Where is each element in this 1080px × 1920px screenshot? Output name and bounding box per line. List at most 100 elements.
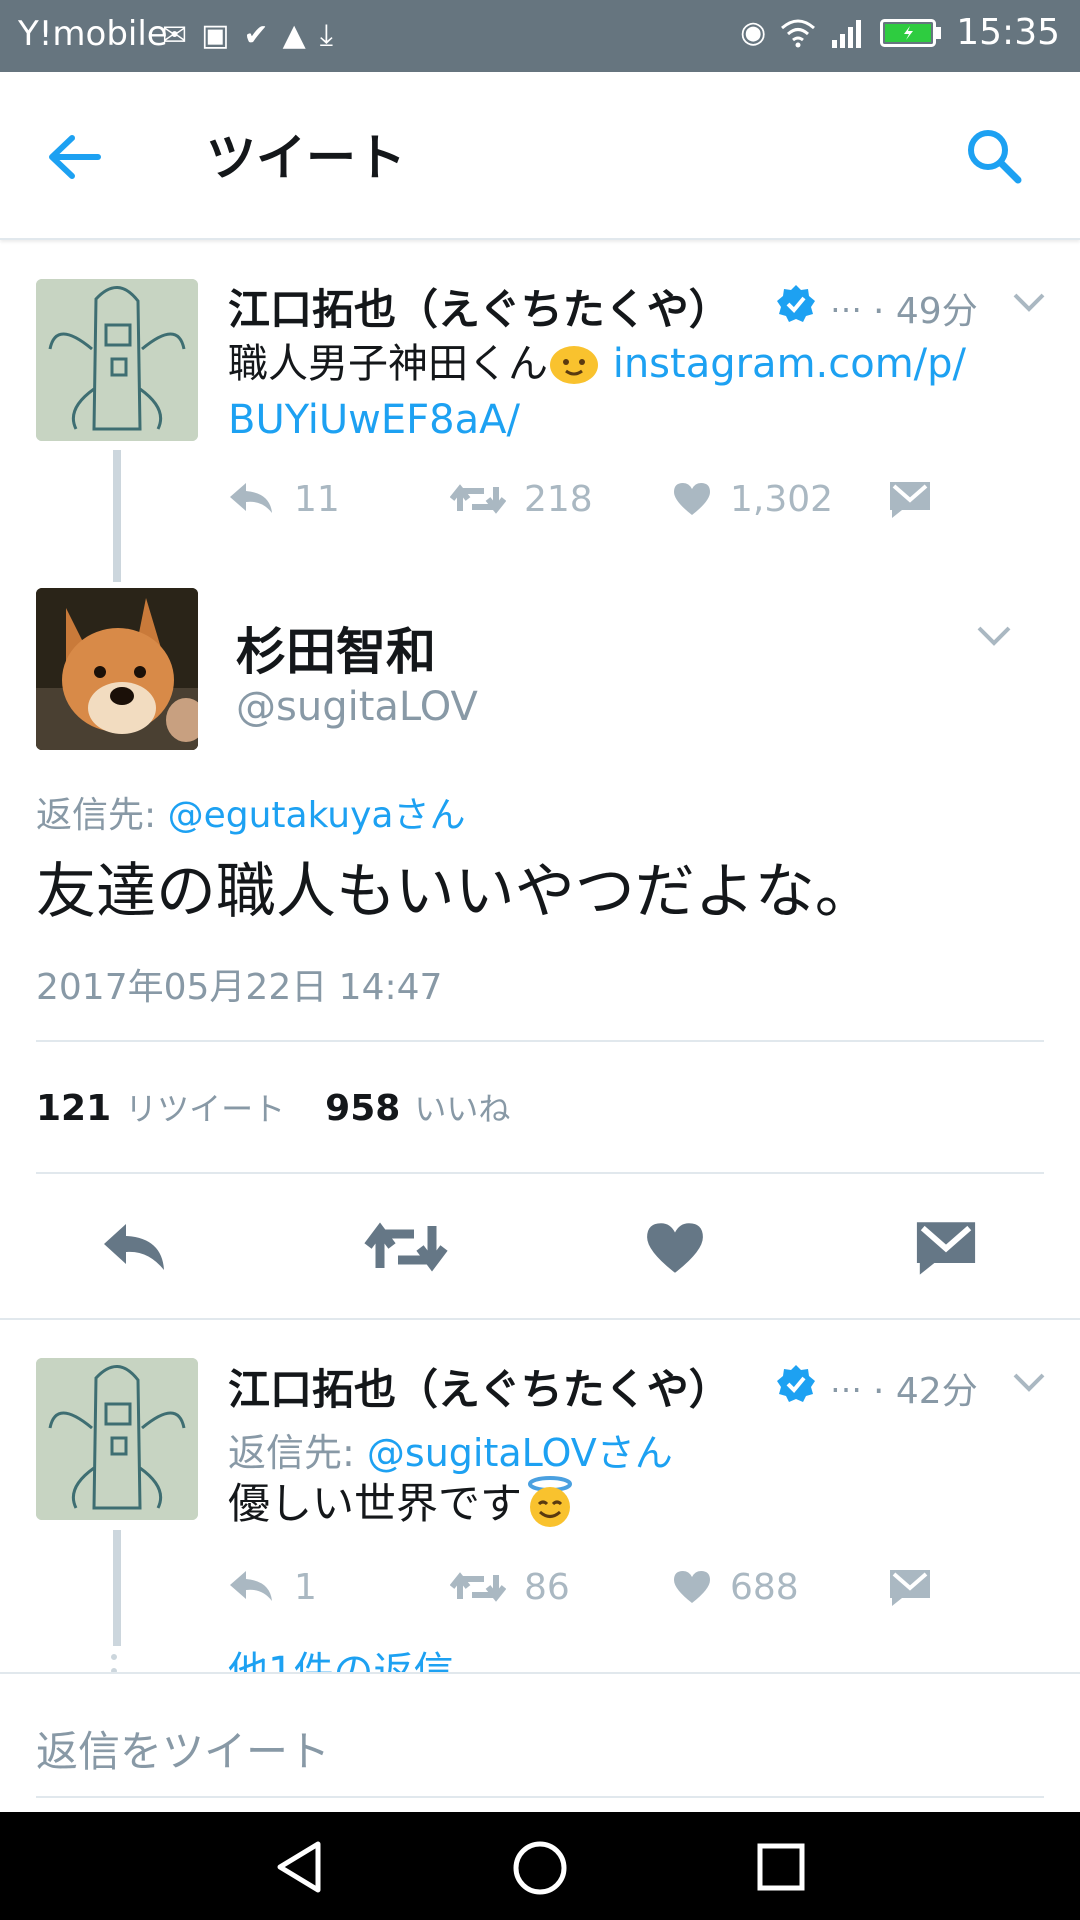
reply-to-line: 返信先: @egutakuyaさん bbox=[36, 786, 466, 838]
retweet-count: 86 bbox=[524, 1566, 570, 1608]
download-icon: ⤓ bbox=[319, 18, 333, 53]
more-replies-link[interactable]: 他1件の返信 bbox=[228, 1644, 453, 1672]
tweet-header: 江口拓也（えぐちたくや） … · 49分 bbox=[228, 276, 1048, 336]
tweet-time: · 49分 bbox=[873, 291, 978, 332]
search-icon[interactable] bbox=[964, 126, 1024, 186]
signal-icon bbox=[832, 19, 862, 48]
notification-icons: ✉ ▣ ✔ ▲ ⤓ bbox=[162, 18, 333, 54]
reply-to-line: 返信先: @sugitaLOVさん bbox=[228, 1422, 673, 1477]
tweet-body: 友達の職人もいいやつだよな。 bbox=[36, 857, 875, 927]
heart-icon[interactable] bbox=[644, 1220, 706, 1276]
thread-line bbox=[113, 1530, 121, 1646]
back-arrow-icon[interactable] bbox=[46, 132, 102, 182]
author-name[interactable]: 杉田智和 bbox=[236, 612, 436, 684]
name-ellipsis: … bbox=[830, 282, 862, 320]
avatar[interactable] bbox=[36, 279, 198, 441]
system-navigation-bar bbox=[0, 1812, 1080, 1920]
system-icons: ◉ 15:35 bbox=[740, 12, 1060, 53]
tweet-body: 優しい世界です bbox=[228, 1479, 523, 1528]
reply-button[interactable]: 1 bbox=[228, 1567, 317, 1608]
divider bbox=[36, 1172, 1044, 1174]
retweet-icon[interactable] bbox=[364, 1218, 448, 1276]
nav-back-icon[interactable] bbox=[274, 1840, 324, 1894]
retweet-button[interactable]: 86 bbox=[450, 1567, 570, 1608]
envelope-icon bbox=[890, 1570, 930, 1606]
envelope-icon[interactable] bbox=[914, 1218, 978, 1276]
reply-icon[interactable] bbox=[100, 1220, 170, 1274]
like-button[interactable]: 688 bbox=[672, 1567, 799, 1608]
author-handle[interactable]: @sugitaLOV bbox=[236, 684, 478, 730]
nav-home-icon[interactable] bbox=[512, 1840, 568, 1896]
reply-input[interactable]: 返信をツイート bbox=[36, 1718, 1044, 1776]
author-name[interactable]: 江口拓也（えぐちたくや） bbox=[228, 276, 731, 337]
tweet-link-continued[interactable]: BUYiUwEF8aA/ bbox=[228, 397, 520, 443]
reply-to-label: 返信先: bbox=[36, 795, 168, 836]
page-title: ツイート bbox=[206, 129, 406, 187]
retweet-icon bbox=[450, 484, 506, 514]
divider bbox=[36, 1040, 1044, 1042]
like-count: 1,302 bbox=[730, 478, 834, 520]
thread-dots bbox=[111, 1654, 123, 1674]
like-total[interactable]: 958 bbox=[325, 1088, 400, 1129]
engagement-stats: 121 リツイート 958 いいね bbox=[36, 1084, 510, 1130]
heart-icon bbox=[674, 1571, 710, 1603]
status-bar: Y!mobile ✉ ▣ ✔ ▲ ⤓ ◉ 15:35 bbox=[0, 0, 1080, 72]
reply-icon bbox=[230, 483, 272, 513]
reply-button[interactable]: 11 bbox=[228, 479, 340, 520]
halo-emoji-icon bbox=[528, 1476, 573, 1527]
reply-to-handle[interactable]: @egutakuyaさん bbox=[168, 795, 466, 836]
chevron-down-icon[interactable] bbox=[1012, 1372, 1046, 1394]
dm-button[interactable] bbox=[888, 480, 932, 518]
reply-to-handle[interactable]: @sugitaLOVさん bbox=[367, 1431, 673, 1475]
clock: 15:35 bbox=[956, 12, 1060, 53]
smiling-emoji-icon bbox=[550, 346, 598, 384]
tweet-text: 優しい世界です bbox=[228, 1476, 578, 1532]
drawing-avatar-image bbox=[36, 1358, 198, 1520]
tweet-actions: 11 218 1,302 bbox=[228, 474, 948, 524]
verified-badge-icon bbox=[777, 1365, 815, 1402]
name-ellipsis: … bbox=[830, 1362, 862, 1400]
heart-icon bbox=[674, 483, 710, 515]
envelope-icon bbox=[890, 482, 930, 518]
verified-badge-icon bbox=[777, 285, 815, 322]
reply-count: 11 bbox=[294, 478, 340, 520]
drawing-avatar-image bbox=[36, 279, 198, 441]
tweet-text: 職人男子神田くん instagram.com/p/ BUYiUwEF8aA/ bbox=[228, 336, 1048, 448]
thread-line bbox=[113, 450, 121, 582]
check-icon: ✔ bbox=[243, 18, 269, 53]
retweet-count: 218 bbox=[524, 478, 593, 520]
chevron-down-icon[interactable] bbox=[1012, 292, 1046, 314]
avatar[interactable] bbox=[36, 588, 198, 750]
avatar[interactable] bbox=[36, 1358, 198, 1520]
carrier-label: Y!mobile bbox=[18, 14, 168, 54]
chevron-down-icon[interactable] bbox=[976, 624, 1012, 648]
dm-button[interactable] bbox=[888, 1568, 932, 1606]
reply-count: 1 bbox=[294, 1566, 317, 1608]
reply-compose-bar: 返信をツイート bbox=[0, 1672, 1080, 1812]
retweet-label[interactable]: リツイート bbox=[125, 1084, 285, 1130]
tweet-body: 職人男子神田くん bbox=[228, 341, 548, 387]
tweet-link[interactable]: instagram.com/p/ bbox=[613, 341, 966, 387]
input-underline bbox=[36, 1796, 1044, 1798]
author-name[interactable]: 江口拓也（えぐちたくや） bbox=[228, 1356, 731, 1417]
tweet-header: 江口拓也（えぐちたくや） … · 42分 bbox=[228, 1356, 1048, 1416]
reply-to-label: 返信先: bbox=[228, 1431, 367, 1475]
reply-icon bbox=[230, 1571, 272, 1601]
retweet-total[interactable]: 121 bbox=[36, 1088, 111, 1129]
retweet-icon bbox=[450, 1572, 506, 1602]
like-label[interactable]: いいね bbox=[414, 1084, 510, 1130]
nav-recents-icon[interactable] bbox=[756, 1842, 806, 1892]
tweet-timestamp: 2017年05月22日 14:47 bbox=[36, 967, 443, 1008]
divider bbox=[0, 1318, 1080, 1320]
retweet-button[interactable]: 218 bbox=[450, 479, 593, 520]
top-app-bar: ツイート bbox=[0, 72, 1080, 240]
app-icon: ▣ bbox=[201, 18, 230, 53]
tweet-time: · 42分 bbox=[873, 1371, 978, 1412]
like-button[interactable]: 1,302 bbox=[672, 479, 833, 520]
like-count: 688 bbox=[730, 1566, 799, 1608]
drive-icon: ▲ bbox=[282, 18, 306, 53]
mail-icon: ✉ bbox=[162, 18, 188, 53]
tweet-actions: 1 86 688 bbox=[228, 1562, 948, 1612]
dog-avatar-image bbox=[36, 588, 198, 750]
battery-icon bbox=[880, 18, 942, 47]
